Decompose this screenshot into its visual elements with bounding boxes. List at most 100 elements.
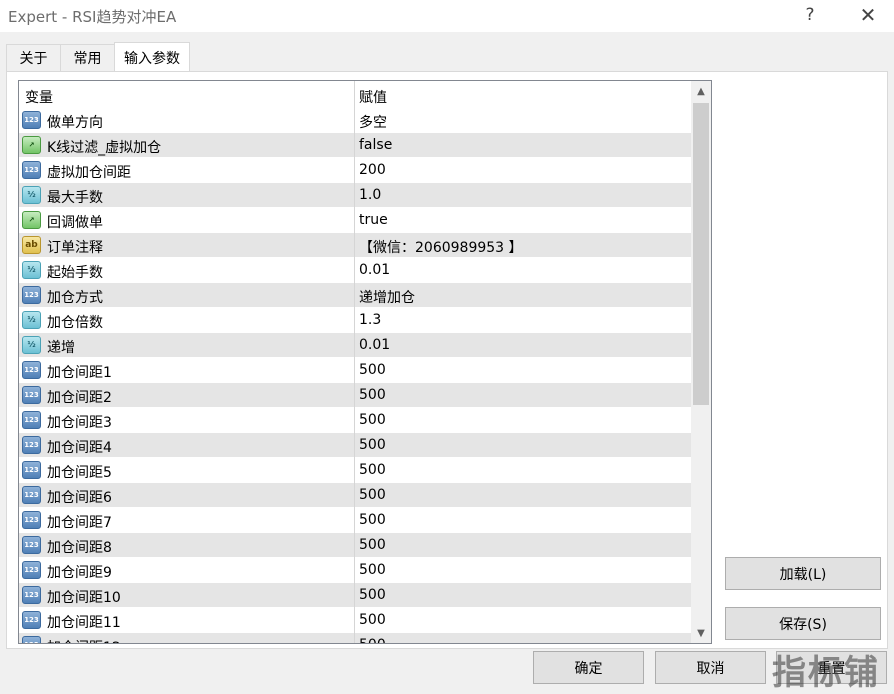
- save-button[interactable]: 保存(S): [725, 607, 881, 640]
- parameter-value[interactable]: 1.3: [359, 312, 381, 328]
- parameter-value[interactable]: 200: [359, 162, 386, 178]
- parameter-row[interactable]: 123 加仓间距1 500: [19, 358, 691, 383]
- parameter-name: 加仓间距9: [47, 565, 112, 581]
- parameter-row[interactable]: 123 加仓间距10 500: [19, 583, 691, 608]
- parameter-name: 加仓间距4: [47, 440, 112, 456]
- parameter-name: 加仓间距5: [47, 465, 112, 481]
- parameter-value[interactable]: 【微信：2060989953 】: [359, 237, 523, 257]
- parameter-value[interactable]: true: [359, 212, 388, 228]
- parameter-rows: 123 做单方向 多空 ↗ K线过滤_虚拟加仓 false 123 虚拟加仓间距 200 ½ 最大手…: [19, 108, 691, 643]
- parameter-name: 做单方向: [47, 115, 103, 131]
- parameter-name: 订单注释: [47, 240, 103, 256]
- parameter-value[interactable]: 500: [359, 462, 386, 478]
- parameter-row[interactable]: ½ 递增 0.01: [19, 333, 691, 358]
- parameter-value[interactable]: 500: [359, 562, 386, 578]
- parameter-value[interactable]: 500: [359, 412, 386, 428]
- window-title: Expert - RSI趋势对冲EA: [8, 8, 177, 26]
- parameter-name: 最大手数: [47, 190, 103, 206]
- parameter-row[interactable]: ½ 最大手数 1.0: [19, 183, 691, 208]
- string-type-icon: ab: [22, 236, 41, 254]
- parameter-value[interactable]: 1.0: [359, 187, 381, 203]
- bool-type-icon: ↗: [22, 136, 41, 154]
- parameter-row[interactable]: ½ 起始手数 0.01: [19, 258, 691, 283]
- parameter-name: 加仓间距6: [47, 490, 112, 506]
- int-type-icon: 123: [22, 461, 41, 479]
- int-type-icon: 123: [22, 586, 41, 604]
- parameter-value[interactable]: 500: [359, 387, 386, 403]
- int-type-icon: 123: [22, 561, 41, 579]
- parameter-value[interactable]: 500: [359, 637, 386, 643]
- parameter-value[interactable]: 0.01: [359, 337, 390, 353]
- scrollbar-thumb[interactable]: [693, 103, 709, 405]
- help-icon[interactable]: ?: [788, 0, 832, 30]
- int-type-icon: 123: [22, 411, 41, 429]
- int-type-icon: 123: [22, 386, 41, 404]
- parameter-row[interactable]: 123 加仓间距12 500: [19, 633, 691, 643]
- parameter-name: 加仓间距8: [47, 540, 112, 556]
- parameter-row[interactable]: 123 加仓间距9 500: [19, 558, 691, 583]
- parameter-value[interactable]: 多空: [359, 112, 387, 132]
- scroll-up-arrow-icon[interactable]: ▲: [691, 81, 711, 101]
- parameter-row[interactable]: 123 做单方向 多空: [19, 108, 691, 133]
- parameter-name: 加仓间距11: [47, 615, 121, 631]
- int-type-icon: 123: [22, 436, 41, 454]
- tab-inputs[interactable]: 输入参数: [114, 42, 190, 72]
- watermark-text: 指标铺: [772, 653, 880, 693]
- parameter-row[interactable]: ↗ K线过滤_虚拟加仓 false: [19, 133, 691, 158]
- parameter-value[interactable]: 0.01: [359, 262, 390, 278]
- parameter-name: 加仓间距2: [47, 390, 112, 406]
- double-type-icon: ½: [22, 261, 41, 279]
- ok-button[interactable]: 确定: [533, 651, 644, 684]
- tab-common[interactable]: 常用: [60, 44, 115, 71]
- parameter-name: 加仓间距7: [47, 515, 112, 531]
- load-button[interactable]: 加载(L): [725, 557, 881, 590]
- parameter-value[interactable]: 500: [359, 437, 386, 453]
- int-type-icon: 123: [22, 286, 41, 304]
- int-type-icon: 123: [22, 511, 41, 529]
- close-icon[interactable]: ✕: [846, 0, 890, 30]
- column-header-variable[interactable]: 变量: [25, 87, 53, 107]
- int-type-icon: 123: [22, 636, 41, 643]
- cancel-button[interactable]: 取消: [655, 651, 766, 684]
- title-bar: Expert - RSI趋势对冲EA ? ✕: [0, 0, 894, 32]
- parameter-name: 加仓间距10: [47, 590, 121, 606]
- parameter-row[interactable]: 123 加仓间距2 500: [19, 383, 691, 408]
- parameter-row[interactable]: 123 加仓间距4 500: [19, 433, 691, 458]
- parameter-row[interactable]: 123 加仓间距11 500: [19, 608, 691, 633]
- parameter-value[interactable]: 500: [359, 512, 386, 528]
- scroll-down-arrow-icon[interactable]: ▼: [691, 623, 711, 643]
- parameter-grid: 变量 赋值 123 做单方向 多空 ↗ K线过滤_虚拟加仓 false 123 虚拟加仓间距 2…: [18, 80, 712, 644]
- int-type-icon: 123: [22, 536, 41, 554]
- parameter-row[interactable]: 123 加仓间距5 500: [19, 458, 691, 483]
- int-type-icon: 123: [22, 486, 41, 504]
- parameter-name: 加仓方式: [47, 290, 103, 306]
- parameter-value[interactable]: 递增加仓: [359, 287, 415, 307]
- parameter-name: 加仓间距12: [47, 637, 121, 643]
- parameter-value[interactable]: 500: [359, 362, 386, 378]
- parameter-value[interactable]: 500: [359, 537, 386, 553]
- parameter-row[interactable]: 123 虚拟加仓间距 200: [19, 158, 691, 183]
- parameter-name: 虚拟加仓间距: [47, 165, 131, 181]
- parameter-row[interactable]: ½ 加仓倍数 1.3: [19, 308, 691, 333]
- parameter-value[interactable]: 500: [359, 612, 386, 628]
- bool-type-icon: ↗: [22, 211, 41, 229]
- parameter-row[interactable]: 123 加仓方式 递增加仓: [19, 283, 691, 308]
- column-header-value[interactable]: 赋值: [359, 87, 387, 107]
- parameter-value[interactable]: false: [359, 137, 392, 153]
- parameter-row[interactable]: 123 加仓间距6 500: [19, 483, 691, 508]
- tab-about[interactable]: 关于: [6, 44, 61, 71]
- parameter-value[interactable]: 500: [359, 487, 386, 503]
- vertical-scrollbar[interactable]: ▲ ▼: [691, 81, 711, 643]
- parameter-name: 回调做单: [47, 215, 103, 231]
- parameter-row[interactable]: 123 加仓间距3 500: [19, 408, 691, 433]
- int-type-icon: 123: [22, 111, 41, 129]
- parameter-row[interactable]: 123 加仓间距7 500: [19, 508, 691, 533]
- parameter-name: 起始手数: [47, 265, 103, 281]
- int-type-icon: 123: [22, 361, 41, 379]
- parameter-row[interactable]: 123 加仓间距8 500: [19, 533, 691, 558]
- int-type-icon: 123: [22, 611, 41, 629]
- parameter-name: 递增: [47, 340, 75, 356]
- parameter-row[interactable]: ab 订单注释 【微信：2060989953 】: [19, 233, 691, 258]
- parameter-value[interactable]: 500: [359, 587, 386, 603]
- parameter-row[interactable]: ↗ 回调做单 true: [19, 208, 691, 233]
